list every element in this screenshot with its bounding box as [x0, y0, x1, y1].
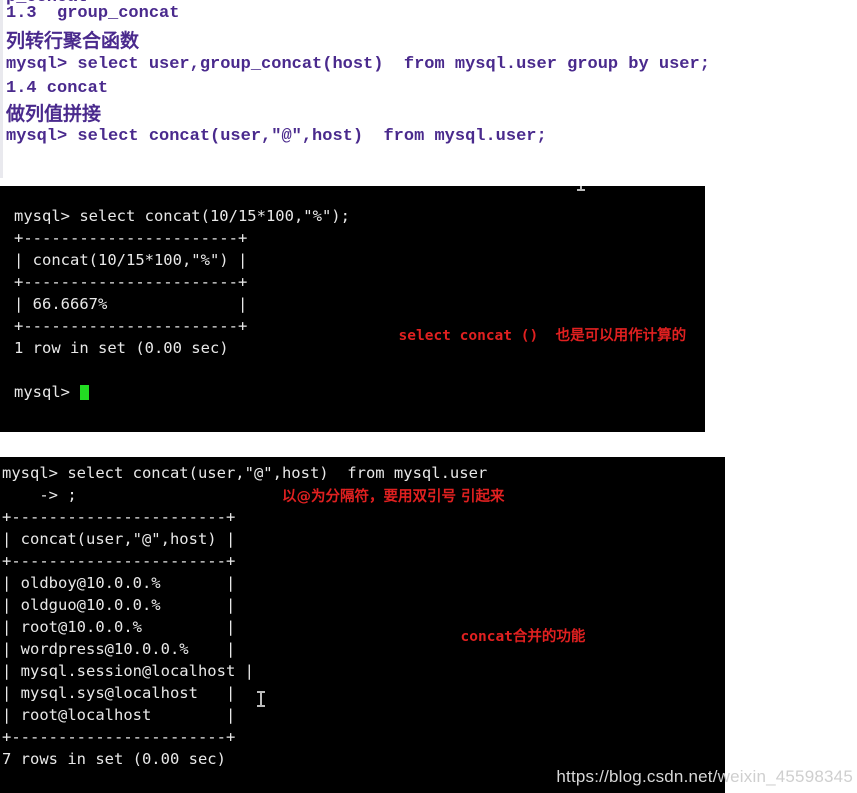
terminal-line: | concat(user,"@",host) | — [2, 530, 236, 548]
notes-line-heading-1-3: 1.3 group_concat — [6, 4, 180, 23]
terminal-line: +-----------------------+ — [2, 728, 236, 746]
terminal-row: | oldboy@10.0.0.% | — [2, 574, 236, 592]
terminal-line: mysql> select concat(user,"@",host) from… — [2, 464, 488, 482]
terminal-line: +-----------------------+ — [14, 273, 248, 291]
annotation-text-cjk: 合并的功能 — [512, 629, 586, 645]
notes-line-group-concat-statement: mysql> select user,group_concat(host) fr… — [6, 55, 710, 74]
terminal-line: +-----------------------+ — [14, 317, 248, 335]
annotation-text-mono: select concat () — [398, 328, 556, 344]
terminal-line: 1 row in set (0.00 sec) — [14, 339, 229, 357]
terminal-cursor — [80, 385, 89, 400]
terminal-row: | mysql.sys@localhost | — [2, 684, 236, 702]
terminal-row: | wordpress@10.0.0.% | — [2, 640, 236, 658]
terminal-line: mysql> select concat(10/15*100,"%"); — [14, 207, 350, 225]
notes-document-area: p_concat 1.3 group_concat 列转行聚合函数 mysql>… — [0, 0, 857, 178]
annotation-text-mono: concat — [460, 629, 513, 645]
terminal-line: +-----------------------+ — [14, 229, 248, 247]
notes-line-group-concat-description: 列转行聚合函数 — [6, 30, 140, 52]
doc-left-gutter — [0, 0, 3, 178]
csdn-watermark: https://blog.csdn.net/weixin_45598345 — [556, 767, 853, 787]
annotation-text-cjk: 也是可以用作计算的 — [555, 328, 687, 344]
terminal-line: | concat(10/15*100,"%") | — [14, 251, 248, 269]
terminal-continuation-line: -> ; — [2, 486, 77, 504]
notes-line-concat-statement: mysql> select concat(user,"@",host) from… — [6, 127, 547, 146]
terminal-row: | oldguo@10.0.0.% | — [2, 596, 236, 614]
terminal-line: +-----------------------+ — [2, 508, 236, 526]
notes-line-concat-description: 做列值拼接 — [6, 103, 102, 125]
terminal-result-summary: 7 rows in set (0.00 sec) — [2, 750, 226, 768]
terminal-window-concat-percent[interactable]: mysql> select concat(10/15*100,"%"); +--… — [0, 186, 705, 432]
terminal-line: +-----------------------+ — [2, 552, 236, 570]
text-cursor-icon — [256, 691, 265, 707]
watermark-prefix: https://blog.csdn.net/ — [556, 767, 718, 786]
terminal-row: | mysql.session@localhost | — [2, 662, 254, 680]
annotation-concat-calculation: select concat () 也是可以用作计算的 — [360, 305, 687, 364]
notes-line-heading-1-4: 1.4 concat — [6, 79, 109, 98]
terminal-row: | root@10.0.0.% | — [2, 618, 236, 636]
terminal-window-concat-user-host[interactable]: mysql> select concat(user,"@",host) from… — [0, 457, 725, 793]
watermark-suffix: weixin_45598345 — [717, 767, 853, 786]
annotation-separator-note: 以@为分隔符，要用双引号 引起来 — [282, 489, 505, 505]
terminal-row: | root@localhost | — [2, 706, 236, 724]
text-cursor-icon — [576, 186, 585, 196]
annotation-merge-note: concat合并的功能 — [422, 606, 586, 665]
terminal-line: | 66.6667% | — [14, 295, 248, 313]
terminal-prompt-line: mysql> — [14, 383, 80, 401]
